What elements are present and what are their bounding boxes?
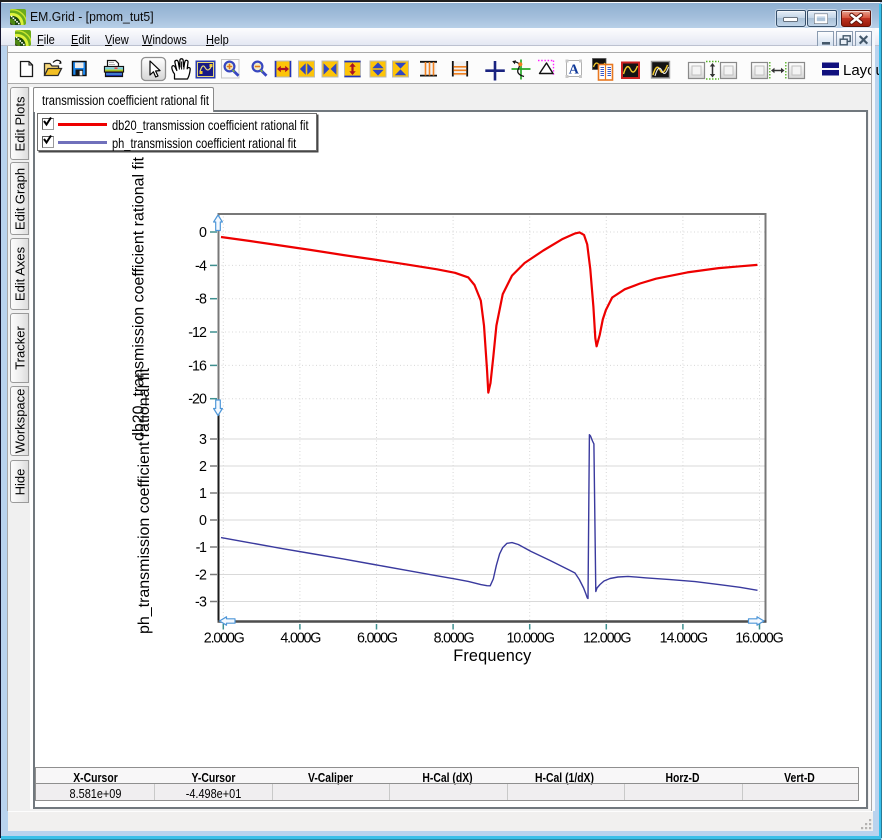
svg-text:-16: -16 [188, 358, 207, 374]
svg-text:ph_transmission coefficient ra: ph_transmission coefficient rational fit [136, 367, 153, 634]
svg-text:1: 1 [199, 486, 207, 502]
svg-text:16.000G: 16.000G [735, 631, 784, 647]
svg-text:-20: -20 [188, 392, 207, 408]
svg-text:Layout: Layout [843, 62, 882, 79]
svg-text:2.000G: 2.000G [204, 631, 245, 647]
svg-text:Frequency: Frequency [453, 647, 532, 665]
svg-text:3: 3 [199, 432, 207, 448]
svg-text:-2: -2 [195, 568, 207, 584]
svg-text:14.000G: 14.000G [660, 631, 709, 647]
svg-text:6.000G: 6.000G [357, 631, 398, 647]
svg-text:-3: -3 [195, 595, 207, 611]
svg-text:-12: -12 [188, 325, 207, 341]
svg-text:0: 0 [199, 513, 207, 529]
svg-text:A: A [569, 63, 580, 78]
svg-text:0: 0 [199, 225, 207, 241]
svg-text:-8: -8 [195, 292, 207, 308]
svg-text:-4: -4 [195, 258, 207, 274]
svg-text:12.000G: 12.000G [583, 631, 632, 647]
svg-text:10.000G: 10.000G [506, 631, 555, 647]
svg-text:-1: -1 [196, 540, 207, 556]
svg-text:8.000G: 8.000G [434, 631, 475, 647]
svg-text:4.000G: 4.000G [280, 631, 321, 647]
svg-text:2: 2 [199, 459, 207, 475]
